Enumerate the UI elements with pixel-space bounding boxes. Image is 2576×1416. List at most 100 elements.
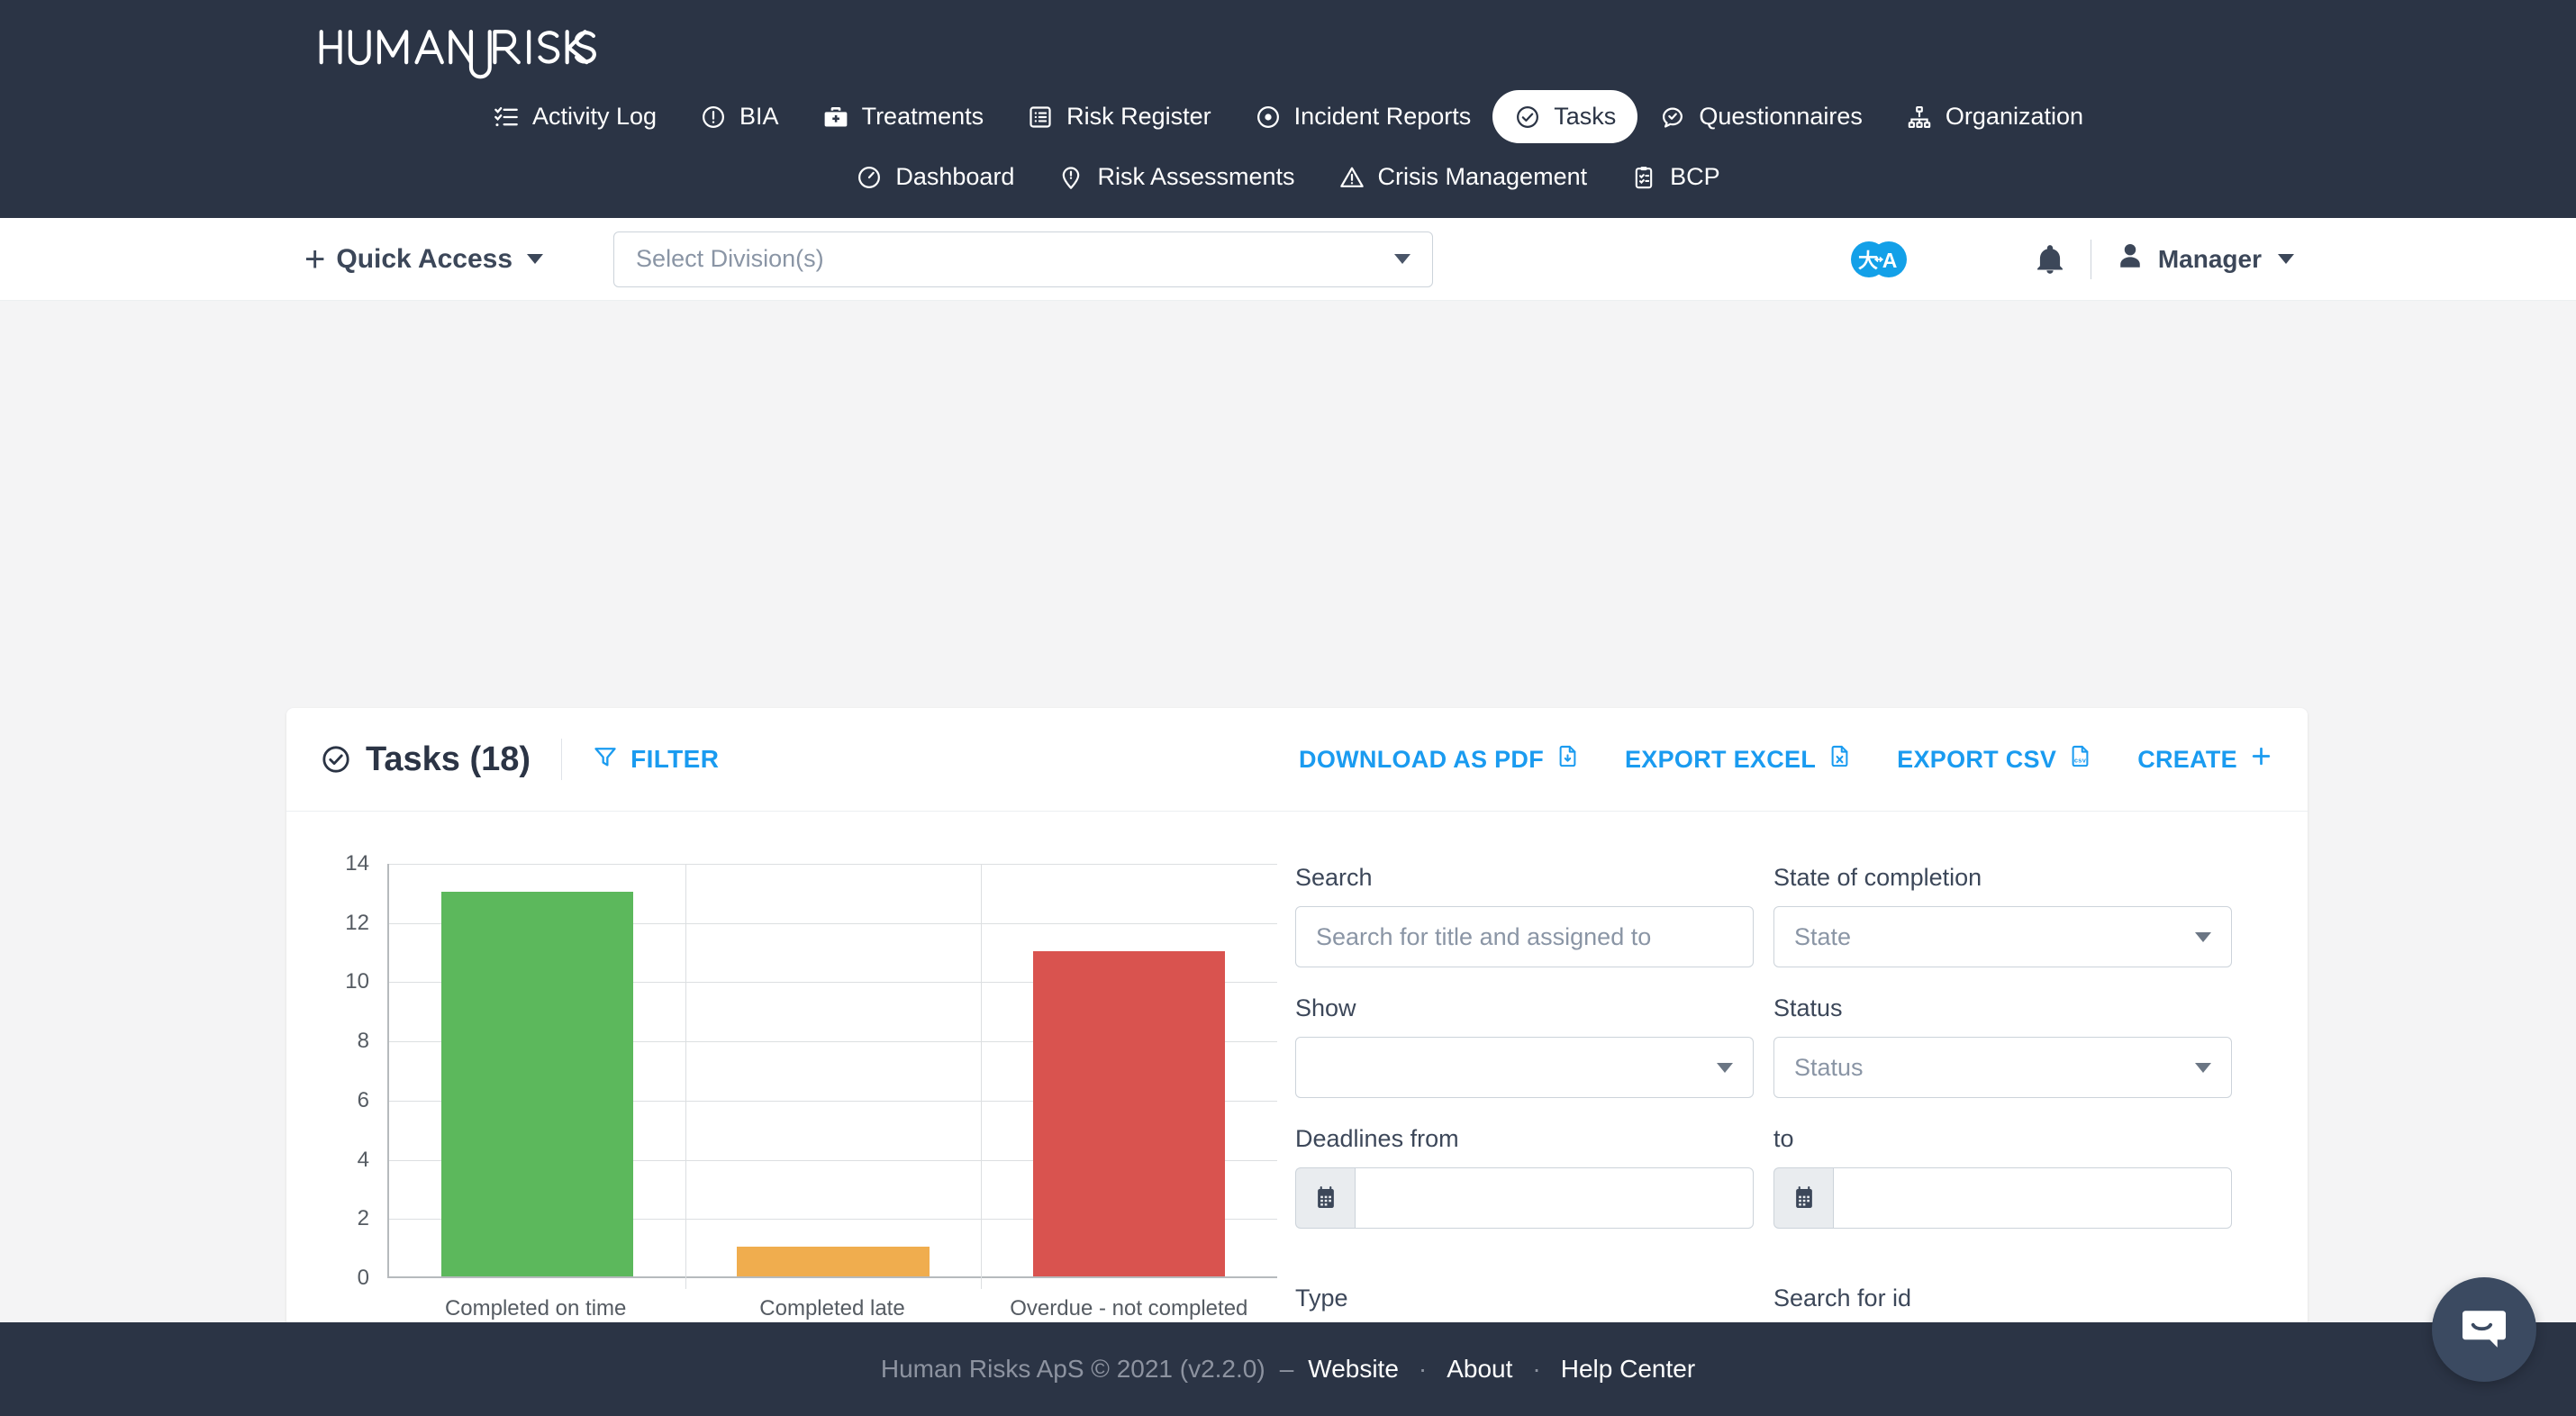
check-circle-icon	[1514, 104, 1541, 131]
footer-separator: ·	[1419, 1355, 1427, 1384]
nav-item-bia[interactable]: BIA	[678, 90, 801, 143]
nav-label: Dashboard	[895, 163, 1014, 191]
calendar-icon[interactable]	[1773, 1167, 1833, 1229]
nav-item-crisis-management[interactable]: Crisis Management	[1317, 150, 1610, 204]
nav-item-incident-reports[interactable]: Incident Reports	[1233, 90, 1493, 143]
chart-y-tick: 8	[358, 1029, 369, 1054]
calendar-icon[interactable]	[1295, 1167, 1355, 1229]
nav-item-risk-assessments[interactable]: Risk Assessments	[1036, 150, 1316, 204]
intercom-chat-launcher[interactable]	[2432, 1277, 2536, 1382]
search-input[interactable]: Search for title and assigned to	[1295, 906, 1754, 967]
footer-link-about[interactable]: About	[1447, 1355, 1512, 1384]
show-field-group: Show	[1295, 994, 1754, 1098]
nav-item-risk-register[interactable]: Risk Register	[1005, 90, 1233, 143]
chart-bar[interactable]	[1033, 951, 1226, 1276]
chevron-down-icon	[2195, 1063, 2211, 1073]
nav-label: Tasks	[1554, 103, 1616, 131]
briefcase-medical-icon	[822, 104, 849, 131]
chart-x-axis: Completed on timeCompleted lateOverdue -…	[387, 1296, 1277, 1321]
state-of-completion-select[interactable]: State	[1773, 906, 2232, 967]
nav-item-organization[interactable]: Organization	[1884, 90, 2105, 143]
nav-row-secondary: Dashboard Risk Assessments Crisis M	[834, 150, 1741, 204]
notifications-bell-icon[interactable]	[2033, 242, 2067, 277]
main-content: Tasks (18) FILTER DOWNLOAD AS PDF	[0, 301, 2576, 1416]
page-footer: Human Risks ApS © 2021 (v2.2.0) – Websit…	[0, 1322, 2576, 1416]
create-button[interactable]: CREATE	[2137, 744, 2273, 775]
chart-y-tick: 0	[358, 1266, 369, 1291]
filter-button[interactable]: FILTER	[593, 744, 719, 776]
chevron-down-icon	[1717, 1063, 1733, 1073]
chart-y-tick: 2	[358, 1206, 369, 1231]
nav-item-activity-log[interactable]: Activity Log	[471, 90, 678, 143]
deadlines-from-group: Deadlines from	[1295, 1125, 1754, 1229]
file-csv-icon: csv	[2068, 744, 2092, 775]
comment-check-icon	[1659, 104, 1686, 131]
deadlines-to-input[interactable]	[1833, 1167, 2232, 1229]
footer-separator: ·	[1532, 1355, 1540, 1384]
download-as-pdf-button[interactable]: DOWNLOAD AS PDF	[1299, 744, 1580, 775]
export-excel-button[interactable]: EXPORT EXCEL	[1625, 744, 1852, 775]
quick-access-button[interactable]: + Quick Access	[304, 244, 543, 275]
status-placeholder: Status	[1794, 1054, 1864, 1082]
deadlines-from-input[interactable]	[1355, 1167, 1754, 1229]
filter-label: FILTER	[630, 745, 719, 774]
export-csv-button[interactable]: EXPORT CSV csv	[1897, 744, 2092, 775]
footer-link-help-center[interactable]: Help Center	[1561, 1355, 1695, 1384]
chevron-down-icon	[1394, 254, 1410, 264]
translate-icon[interactable]: 大 A	[1851, 240, 1907, 279]
intercom-chat-icon	[2456, 1300, 2512, 1360]
chart-x-tick: Completed late	[684, 1296, 980, 1321]
footer-dash: –	[1280, 1355, 1294, 1384]
nav-item-tasks[interactable]: Tasks	[1492, 90, 1637, 143]
nav-item-dashboard[interactable]: Dashboard	[834, 150, 1036, 204]
chart-y-tick: 14	[345, 851, 369, 876]
deadlines-to-label: to	[1773, 1125, 2232, 1153]
search-label: Search	[1295, 864, 1754, 892]
action-label: EXPORT EXCEL	[1625, 746, 1816, 774]
chart-y-tick: 12	[345, 911, 369, 936]
funnel-icon	[593, 744, 618, 776]
file-excel-icon	[1828, 744, 1852, 775]
svg-text:大: 大	[1858, 250, 1878, 273]
human-risks-logo[interactable]	[306, 20, 603, 81]
deadlines-from-label: Deadlines from	[1295, 1125, 1754, 1153]
division-select[interactable]: Select Division(s)	[613, 231, 1433, 287]
show-label: Show	[1295, 994, 1754, 1022]
sitemap-icon	[1906, 104, 1933, 131]
nav-item-questionnaires[interactable]: Questionnaires	[1637, 90, 1884, 143]
chart-bar[interactable]	[441, 892, 634, 1276]
exclamation-circle-icon	[700, 104, 727, 131]
tasks-card: Tasks (18) FILTER DOWNLOAD AS PDF	[286, 708, 2308, 1416]
user-menu[interactable]: Manager	[2115, 241, 2294, 277]
chart-bar[interactable]	[737, 1247, 930, 1276]
search-for-id-label: Search for id	[1773, 1284, 2232, 1312]
chart-plot-area	[387, 864, 1277, 1278]
status-select[interactable]: Status	[1773, 1037, 2232, 1098]
footer-link-website[interactable]: Website	[1308, 1355, 1399, 1384]
chart-y-tick: 10	[345, 969, 369, 994]
search-placeholder: Search for title and assigned to	[1316, 923, 1651, 951]
clipboard-list-icon	[1630, 164, 1657, 191]
action-label: EXPORT CSV	[1897, 746, 2056, 774]
state-of-completion-label: State of completion	[1773, 864, 2232, 892]
svg-text:A: A	[1882, 249, 1898, 272]
warning-triangle-icon	[1338, 164, 1365, 191]
header-divider	[561, 739, 562, 780]
chart-bar-slot	[389, 864, 685, 1276]
nav-item-bcp[interactable]: BCP	[1609, 150, 1742, 204]
action-label: DOWNLOAD AS PDF	[1299, 746, 1544, 774]
show-select[interactable]	[1295, 1037, 1754, 1098]
svg-text:csv: csv	[2074, 756, 2087, 764]
main-navbar: Activity Log BIA Treatments	[0, 0, 2576, 218]
user-icon	[2115, 241, 2145, 277]
nav-label: BIA	[739, 103, 779, 131]
nav-item-treatments[interactable]: Treatments	[801, 90, 1006, 143]
gauge-icon	[856, 164, 883, 191]
nav-label: Activity Log	[532, 103, 657, 131]
chart-bar-slot	[981, 864, 1277, 1276]
chart-bar-slot	[685, 864, 982, 1276]
nav-label: Incident Reports	[1294, 103, 1472, 131]
file-download-icon	[1556, 744, 1580, 775]
chevron-down-icon	[2195, 932, 2211, 942]
list-check-icon	[493, 104, 520, 131]
